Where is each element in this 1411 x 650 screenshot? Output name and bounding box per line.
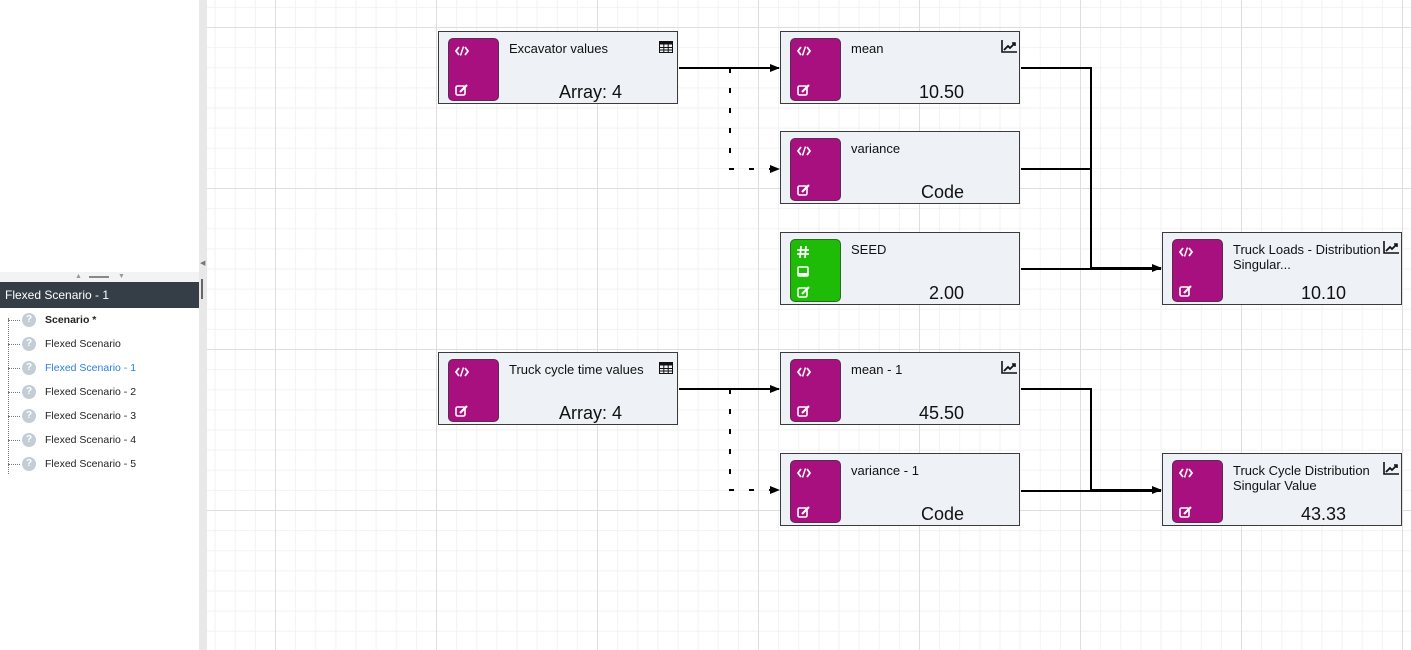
node-title: variance [851, 141, 901, 156]
node-value: Array: 4 [558, 403, 622, 423]
chart-icon[interactable] [1001, 361, 1017, 374]
node-mean-1[interactable]: mean - 1 45.50 [780, 352, 1020, 425]
code-icon[interactable] [454, 367, 470, 380]
chart-icon[interactable] [1383, 241, 1399, 254]
panel-resize-handle[interactable]: ▲ ▼ [0, 272, 199, 282]
edit-icon[interactable] [797, 286, 811, 301]
node-title: Truck Cycle Distribution Singular Value [1233, 463, 1370, 493]
tree-item-label: Flexed Scenario - 3 [45, 410, 137, 422]
node-value: Code [920, 504, 964, 524]
sidebar: ▲ ▼ Flexed Scenario - 1 ? Scenario *? Flex… [0, 0, 199, 650]
node-title: SEED [851, 242, 887, 257]
sidebar-splitter[interactable]: ◀ [199, 0, 207, 650]
node-value: 45.50 [918, 403, 964, 423]
node-title: Excavator values [509, 41, 608, 56]
hash-icon[interactable] [797, 245, 809, 261]
tree-item[interactable]: ? Flexed Scenario - 2 [8, 380, 198, 404]
node-value: Code [920, 182, 964, 202]
code-node-badge[interactable] [1172, 460, 1223, 523]
edit-icon[interactable] [1179, 506, 1193, 521]
code-icon[interactable] [796, 367, 812, 380]
code-node-badge[interactable] [790, 138, 841, 201]
collapse-up-icon[interactable]: ▲ [75, 272, 82, 282]
question-icon: ? [22, 433, 36, 447]
tree-item[interactable]: ? Scenario * [8, 308, 198, 332]
table-icon[interactable] [659, 361, 673, 374]
splitter-grip[interactable] [201, 279, 203, 299]
display-icon[interactable] [797, 266, 809, 280]
table-icon[interactable] [659, 40, 673, 53]
edit-icon[interactable] [455, 84, 469, 99]
edit-icon[interactable] [797, 184, 811, 199]
code-node-badge[interactable] [790, 38, 841, 101]
tree-connector [8, 464, 20, 465]
tree-item[interactable]: ? Flexed Scenario - 4 [8, 428, 198, 452]
code-node-badge[interactable] [448, 359, 499, 422]
tree-item[interactable]: ? Flexed Scenario [8, 332, 198, 356]
collapse-left-icon[interactable]: ◀ [200, 259, 205, 267]
tree-item-label: Flexed Scenario - 1 [45, 362, 137, 374]
tree-connector [8, 344, 20, 345]
code-node-badge[interactable] [790, 359, 841, 422]
code-icon[interactable] [1178, 247, 1194, 260]
question-icon: ? [22, 337, 36, 351]
tree-item-label: Flexed Scenario - 4 [45, 434, 137, 446]
node-seed[interactable]: SEED 2.00 [780, 232, 1020, 305]
edit-icon[interactable] [1179, 285, 1193, 300]
question-icon: ? [22, 313, 36, 327]
collapse-down-icon[interactable]: ▼ [118, 272, 125, 282]
edit-icon[interactable] [455, 405, 469, 420]
question-icon: ? [22, 409, 36, 423]
node-value: 10.50 [918, 82, 964, 102]
code-icon[interactable] [796, 46, 812, 59]
question-icon: ? [22, 361, 36, 375]
node-title: mean [851, 41, 884, 56]
panel-header: Flexed Scenario - 1 [0, 282, 199, 308]
code-icon[interactable] [454, 46, 470, 59]
tree-item[interactable]: ? Flexed Scenario - 5 [8, 452, 198, 476]
tree-item-label: Flexed Scenario [45, 338, 121, 350]
edit-icon[interactable] [797, 405, 811, 420]
tree-connector [8, 320, 20, 321]
node-mean[interactable]: mean 10.50 [780, 31, 1020, 104]
chart-icon[interactable] [1001, 40, 1017, 53]
code-node-badge[interactable] [1172, 239, 1223, 302]
tree-item-label: Flexed Scenario - 2 [45, 386, 137, 398]
edit-icon[interactable] [797, 506, 811, 521]
node-title: Truck cycle time values [509, 362, 644, 377]
edit-icon[interactable] [797, 84, 811, 99]
tree-connector [8, 440, 20, 441]
node-variance-1[interactable]: variance - 1 Code [780, 453, 1020, 526]
tree-item[interactable]: ? Flexed Scenario - 3 [8, 404, 198, 428]
node-variance[interactable]: variance Code [780, 131, 1020, 204]
chart-icon[interactable] [1383, 462, 1399, 475]
node-title: Truck Loads - Distribution Singular... [1233, 242, 1381, 272]
node-truck-cycle-distribution[interactable]: Truck Cycle Distribution Singular Value 4… [1162, 453, 1402, 526]
code-icon[interactable] [796, 146, 812, 159]
node-truck-cycle-values[interactable]: Truck cycle time values Array: 4 [438, 352, 678, 425]
node-excavator-values[interactable]: Excavator values Array: 4 [438, 31, 678, 104]
tree-connector [8, 416, 20, 417]
node-truck-loads[interactable]: Truck Loads - Distribution Singular... 10… [1162, 232, 1402, 305]
tree-item-label: Scenario * [45, 314, 97, 326]
node-value: Array: 4 [558, 82, 622, 102]
code-node-badge[interactable] [790, 460, 841, 523]
input-node-badge[interactable] [790, 239, 841, 302]
code-icon[interactable] [796, 468, 812, 481]
tree-item-label: Flexed Scenario - 5 [45, 458, 137, 470]
question-icon: ? [22, 385, 36, 399]
node-value: 2.00 [928, 283, 964, 303]
tree-connector [8, 368, 20, 369]
node-title: mean - 1 [851, 362, 903, 377]
tree-connector [8, 392, 20, 393]
tree-item[interactable]: ? Flexed Scenario - 1 [8, 356, 198, 380]
drag-grip-icon[interactable] [89, 276, 109, 278]
node-value: 43.33 [1300, 504, 1346, 524]
question-icon: ? [22, 457, 36, 471]
code-node-badge[interactable] [448, 38, 499, 101]
node-title: variance - 1 [851, 463, 919, 478]
node-value: 10.10 [1300, 283, 1346, 303]
code-icon[interactable] [1178, 468, 1194, 481]
